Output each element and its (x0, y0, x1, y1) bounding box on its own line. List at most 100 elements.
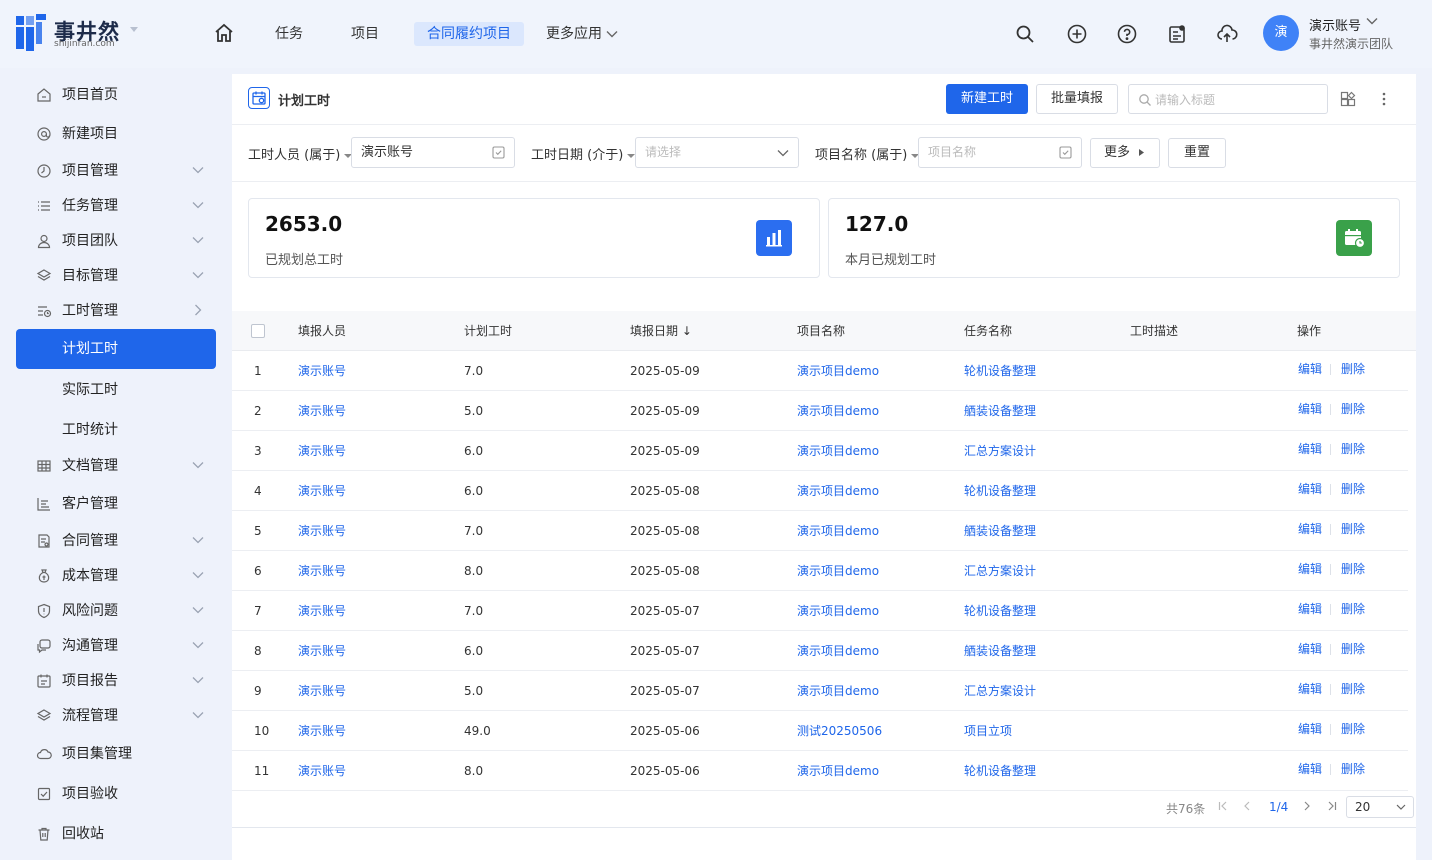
row-person-link[interactable]: 演示账号 (298, 591, 346, 631)
sidebar-item-hours-statistics[interactable]: 工时统计 (16, 411, 216, 449)
sidebar-item-risk-issues[interactable]: 风险问题 (16, 592, 216, 630)
row-delete-link[interactable]: 删除 (1341, 631, 1365, 667)
row-delete-link[interactable]: 删除 (1341, 351, 1365, 387)
home-icon[interactable] (213, 22, 235, 44)
next-page-icon[interactable] (1303, 801, 1311, 811)
search-input[interactable] (1155, 91, 1315, 109)
row-person-link[interactable]: 演示账号 (298, 751, 346, 791)
filter-person-label[interactable]: 工时人员 (属于) (248, 144, 353, 163)
brand-logo[interactable]: 事井然 shijinran.com (16, 14, 119, 54)
chevron-down-icon[interactable] (1366, 17, 1378, 25)
row-person-link[interactable]: 演示账号 (298, 671, 346, 711)
row-project-link[interactable]: 演示项目demo (797, 631, 879, 671)
row-project-link[interactable]: 演示项目demo (797, 671, 879, 711)
row-project-link[interactable]: 测试20250506 (797, 711, 882, 751)
reset-button[interactable]: 重置 (1168, 138, 1226, 168)
sidebar-item-contract-management[interactable]: 合同管理 (16, 522, 216, 560)
row-task-link[interactable]: 轮机设备整理 (964, 751, 1036, 791)
sidebar-item-recycle-bin[interactable]: 回收站 (16, 815, 216, 853)
row-task-link[interactable]: 舾装设备整理 (964, 631, 1036, 671)
sidebar-item-planned-hours[interactable]: 计划工时 (16, 329, 216, 369)
row-person-link[interactable]: 演示账号 (298, 711, 346, 751)
row-delete-link[interactable]: 删除 (1341, 671, 1365, 707)
row-project-link[interactable]: 演示项目demo (797, 591, 879, 631)
row-person-link[interactable]: 演示账号 (298, 431, 346, 471)
column-header-date[interactable]: 填报日期 ↓ (630, 311, 692, 351)
filter-project-label[interactable]: 项目名称 (属于) (815, 144, 920, 163)
filter-date-field[interactable]: 请选择 (635, 137, 799, 168)
nav-contract-projects[interactable]: 合同履约项目 (414, 22, 524, 46)
row-edit-link[interactable]: 编辑 (1298, 751, 1322, 787)
row-task-link[interactable]: 项目立项 (964, 711, 1012, 751)
row-task-link[interactable]: 舾装设备整理 (964, 391, 1036, 431)
row-delete-link[interactable]: 删除 (1341, 511, 1365, 547)
more-filters-button[interactable]: 更多 (1090, 138, 1160, 168)
filter-person-field[interactable]: 演示账号 (351, 137, 515, 168)
nav-projects[interactable]: 项目 (351, 22, 379, 46)
row-task-link[interactable]: 轮机设备整理 (964, 591, 1036, 631)
sidebar-item-program-management[interactable]: 项目集管理 (16, 735, 216, 773)
row-project-link[interactable]: 演示项目demo (797, 351, 879, 391)
search-icon[interactable] (1014, 23, 1036, 45)
row-task-link[interactable]: 舾装设备整理 (964, 511, 1036, 551)
sidebar-item-project-team[interactable]: 项目团队 (16, 222, 216, 260)
first-page-icon[interactable] (1218, 801, 1228, 811)
page-size-select[interactable]: 20 (1346, 796, 1414, 818)
brand-caret-icon[interactable] (130, 27, 138, 32)
sidebar-item-process-management[interactable]: 流程管理 (16, 697, 216, 735)
row-edit-link[interactable]: 编辑 (1298, 591, 1322, 627)
sidebar-item-new-project[interactable]: 新建项目 (16, 115, 216, 153)
row-project-link[interactable]: 演示项目demo (797, 511, 879, 551)
row-project-link[interactable]: 演示项目demo (797, 391, 879, 431)
notice-icon[interactable] (1166, 23, 1188, 45)
row-delete-link[interactable]: 删除 (1341, 751, 1365, 787)
avatar[interactable]: 演 (1263, 15, 1299, 51)
nav-more-apps[interactable]: 更多应用 (546, 22, 618, 46)
row-person-link[interactable]: 演示账号 (298, 551, 346, 591)
sidebar-item-document-management[interactable]: 文档管理 (16, 447, 216, 485)
sidebar-item-project-home[interactable]: 项目首页 (16, 76, 216, 114)
sidebar-item-communication-management[interactable]: 沟通管理 (16, 627, 216, 665)
sidebar-item-project-report[interactable]: 项目报告 (16, 662, 216, 700)
row-edit-link[interactable]: 编辑 (1298, 711, 1322, 747)
sidebar-item-project-acceptance[interactable]: 项目验收 (16, 775, 216, 813)
row-task-link[interactable]: 轮机设备整理 (964, 471, 1036, 511)
batch-fill-button[interactable]: 批量填报 (1036, 84, 1118, 114)
row-edit-link[interactable]: 编辑 (1298, 351, 1322, 387)
row-task-link[interactable]: 汇总方案设计 (964, 671, 1036, 711)
add-circle-icon[interactable] (1066, 23, 1088, 45)
sidebar-item-customer-management[interactable]: 客户管理 (16, 485, 216, 523)
row-edit-link[interactable]: 编辑 (1298, 511, 1322, 547)
row-project-link[interactable]: 演示项目demo (797, 751, 879, 791)
row-project-link[interactable]: 演示项目demo (797, 431, 879, 471)
row-person-link[interactable]: 演示账号 (298, 391, 346, 431)
sidebar-item-timesheet-management[interactable]: 工时管理 (16, 292, 216, 330)
layout-icon[interactable] (1340, 91, 1356, 107)
cloud-upload-icon[interactable] (1216, 23, 1238, 45)
row-delete-link[interactable]: 删除 (1341, 551, 1365, 587)
row-person-link[interactable]: 演示账号 (298, 351, 346, 391)
prev-page-icon[interactable] (1243, 801, 1251, 811)
row-task-link[interactable]: 汇总方案设计 (964, 551, 1036, 591)
select-all-checkbox[interactable] (251, 324, 265, 338)
sidebar-item-goal-management[interactable]: 目标管理 (16, 257, 216, 295)
row-edit-link[interactable]: 编辑 (1298, 551, 1322, 587)
row-edit-link[interactable]: 编辑 (1298, 391, 1322, 427)
filter-date-label[interactable]: 工时日期 (介于) (531, 144, 636, 163)
row-task-link[interactable]: 轮机设备整理 (964, 351, 1036, 391)
row-delete-link[interactable]: 删除 (1341, 591, 1365, 627)
new-timesheet-button[interactable]: 新建工时 (946, 84, 1028, 114)
row-project-link[interactable]: 演示项目demo (797, 471, 879, 511)
row-delete-link[interactable]: 删除 (1341, 391, 1365, 427)
nav-tasks[interactable]: 任务 (275, 22, 303, 46)
row-edit-link[interactable]: 编辑 (1298, 431, 1322, 467)
row-edit-link[interactable]: 编辑 (1298, 471, 1322, 507)
sidebar-item-actual-hours[interactable]: 实际工时 (16, 371, 216, 409)
row-person-link[interactable]: 演示账号 (298, 511, 346, 551)
row-delete-link[interactable]: 删除 (1341, 711, 1365, 747)
row-delete-link[interactable]: 删除 (1341, 471, 1365, 507)
sidebar-item-task-management[interactable]: 任务管理 (16, 187, 216, 225)
row-project-link[interactable]: 演示项目demo (797, 551, 879, 591)
filter-project-field[interactable]: 项目名称 (918, 137, 1082, 168)
more-vertical-icon[interactable] (1376, 90, 1392, 108)
